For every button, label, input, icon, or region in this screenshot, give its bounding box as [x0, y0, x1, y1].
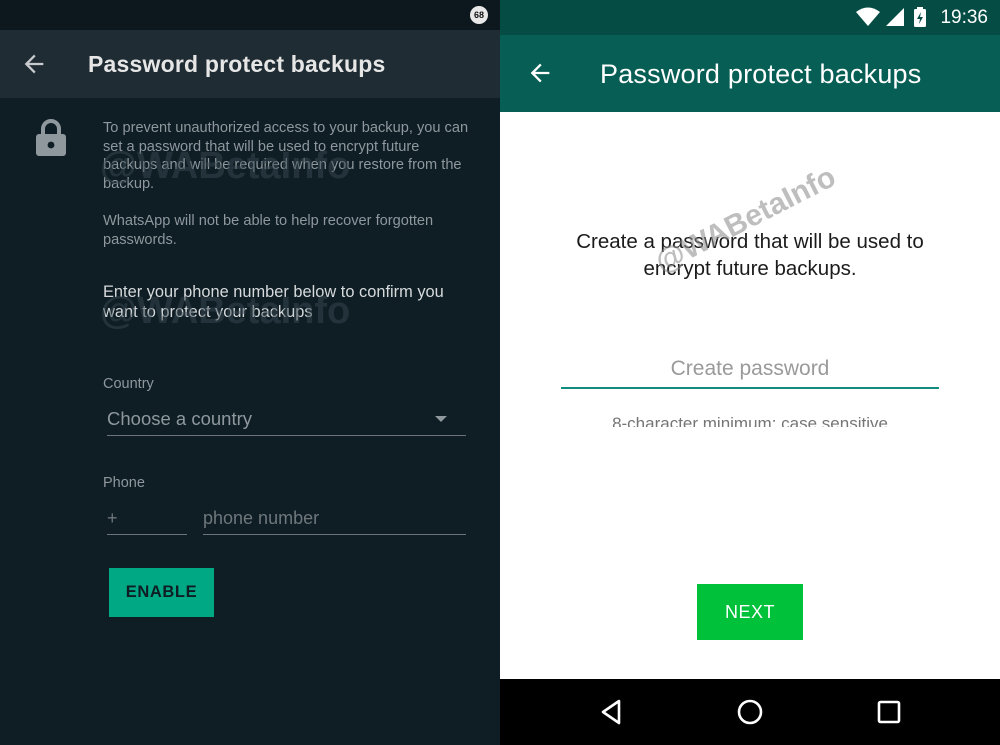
phone-number-field[interactable] — [203, 504, 466, 535]
dropdown-arrow-icon — [435, 416, 447, 422]
enable-button[interactable]: ENABLE — [109, 568, 214, 617]
signal-icon — [886, 8, 904, 26]
next-button[interactable]: NEXT — [697, 584, 803, 640]
app-bar: Password protect backups — [500, 35, 1000, 112]
phone-label: Phone — [103, 475, 145, 491]
battery-charging-icon — [914, 7, 926, 27]
status-bar: 19:36 — [500, 0, 1000, 35]
country-code-field[interactable] — [107, 504, 187, 535]
home-circle-icon[interactable] — [735, 697, 765, 727]
right-screen-light: 19:36 Password protect backups Create a … — [500, 0, 1000, 745]
password-field[interactable] — [561, 353, 939, 389]
password-hint-clip: 8-character minimum; case sensitive — [540, 412, 960, 427]
watermark: @WABetaInfo — [100, 290, 351, 332]
notification-count-badge: 68 — [470, 6, 488, 24]
country-dropdown-value: Choose a country — [107, 408, 253, 429]
password-hint: 8-character minimum; case sensitive — [612, 414, 888, 427]
page-title: Password protect backups — [88, 51, 386, 77]
status-bar: 68 — [0, 0, 500, 30]
app-bar: Password protect backups — [0, 30, 500, 98]
country-code-input[interactable] — [107, 504, 187, 532]
wifi-icon — [856, 7, 880, 26]
back-arrow-icon[interactable] — [526, 59, 554, 87]
left-screen-dark: 68 Password protect backups To prevent u… — [0, 0, 500, 745]
recents-square-icon[interactable] — [874, 697, 904, 727]
country-label: Country — [103, 376, 154, 392]
back-arrow-icon[interactable] — [20, 50, 48, 78]
page-title: Password protect backups — [600, 59, 922, 89]
status-icons — [856, 7, 926, 27]
lock-icon — [36, 119, 66, 156]
status-time: 19:36 — [940, 7, 988, 28]
phone-number-input[interactable] — [203, 504, 466, 532]
password-input[interactable] — [561, 353, 939, 385]
country-dropdown[interactable]: Choose a country — [107, 404, 466, 436]
warning-paragraph: WhatsApp will not be able to help recove… — [103, 213, 434, 248]
back-triangle-icon[interactable] — [597, 697, 627, 727]
watermark: @WABetaInfo — [100, 145, 351, 187]
system-nav-bar — [500, 679, 1000, 745]
